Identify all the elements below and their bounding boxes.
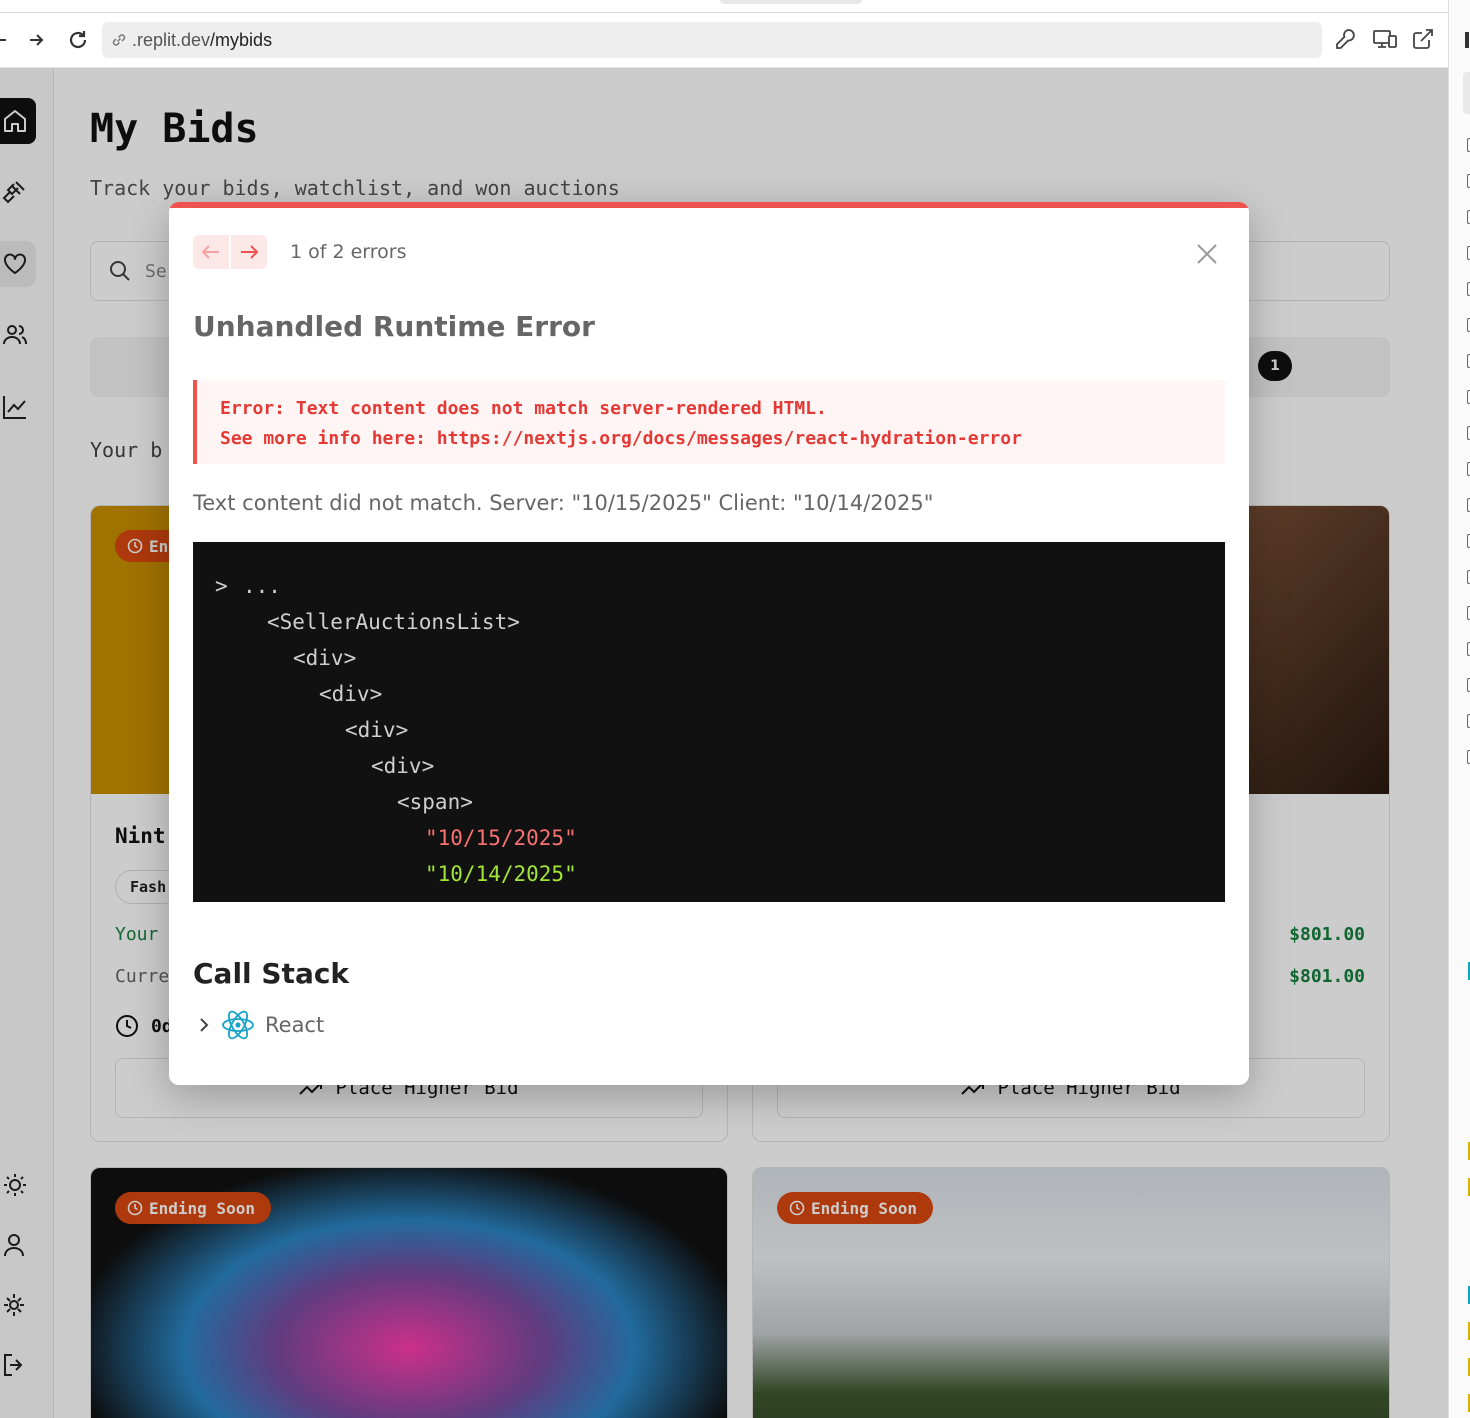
error-title: Unhandled Runtime Error (193, 310, 595, 343)
code-line: >... (215, 568, 1225, 604)
call-stack-label: React (265, 1013, 325, 1037)
address-bar[interactable]: .replit.dev/mybids (102, 22, 1322, 58)
reload-icon[interactable] (64, 26, 92, 54)
close-icon[interactable] (1195, 242, 1219, 266)
error-description: Text content did not match. Server: "10/… (193, 491, 934, 515)
wrench-icon[interactable] (1334, 27, 1360, 53)
error-dialog: 1 of 2 errors Unhandled Runtime Error Er… (169, 202, 1249, 1085)
url-path: /mybids (210, 29, 273, 50)
client-value: "10/14/2025" (425, 862, 577, 886)
open-external-icon[interactable] (1411, 27, 1437, 53)
previous-error-button[interactable] (193, 235, 229, 269)
code-line: <div> (319, 682, 383, 706)
code-line: <div> (293, 646, 357, 670)
chevron-right-icon[interactable]: > (215, 568, 243, 604)
arrow-right-icon (241, 245, 259, 259)
call-stack-item[interactable]: React (197, 1010, 324, 1040)
devices-icon[interactable] (1372, 27, 1398, 53)
tab-strip-divider (0, 12, 1448, 13)
server-value: "10/15/2025" (425, 826, 577, 850)
forward-arrow-icon[interactable] (22, 26, 50, 54)
code-ellipsis: ... (243, 574, 281, 598)
back-arrow-icon[interactable] (0, 26, 14, 54)
error-message-link[interactable]: See more info here: https://nextjs.org/d… (220, 424, 1225, 454)
error-pagination (193, 235, 267, 269)
browser-toolbar: .replit.dev/mybids (0, 0, 1448, 68)
chevron-right-icon (200, 1018, 209, 1032)
error-count: 1 of 2 errors (290, 241, 407, 263)
side-panel-edge (1448, 0, 1470, 1418)
panel-tab[interactable] (1463, 72, 1470, 114)
url-host: .replit.dev (132, 29, 211, 50)
code-line: <SellerAuctionsList> (267, 610, 520, 634)
link-icon (112, 34, 126, 46)
code-line: <span> (397, 790, 473, 814)
code-line: <div> (371, 754, 435, 778)
code-line: <div> (345, 718, 409, 742)
error-message-line: Error: Text content does not match serve… (220, 398, 827, 419)
code-frame: >... <SellerAuctionsList> <div> <div> <div> <… (193, 542, 1225, 902)
error-accent-bar (169, 202, 1249, 208)
active-tab-hint[interactable] (720, 0, 862, 4)
call-stack-title: Call Stack (193, 957, 350, 990)
react-icon (222, 1010, 254, 1040)
arrow-left-icon (201, 245, 219, 259)
error-message: Error: Text content does not match serve… (193, 380, 1225, 464)
next-error-button[interactable] (231, 235, 267, 269)
panel-marker (1465, 32, 1469, 48)
